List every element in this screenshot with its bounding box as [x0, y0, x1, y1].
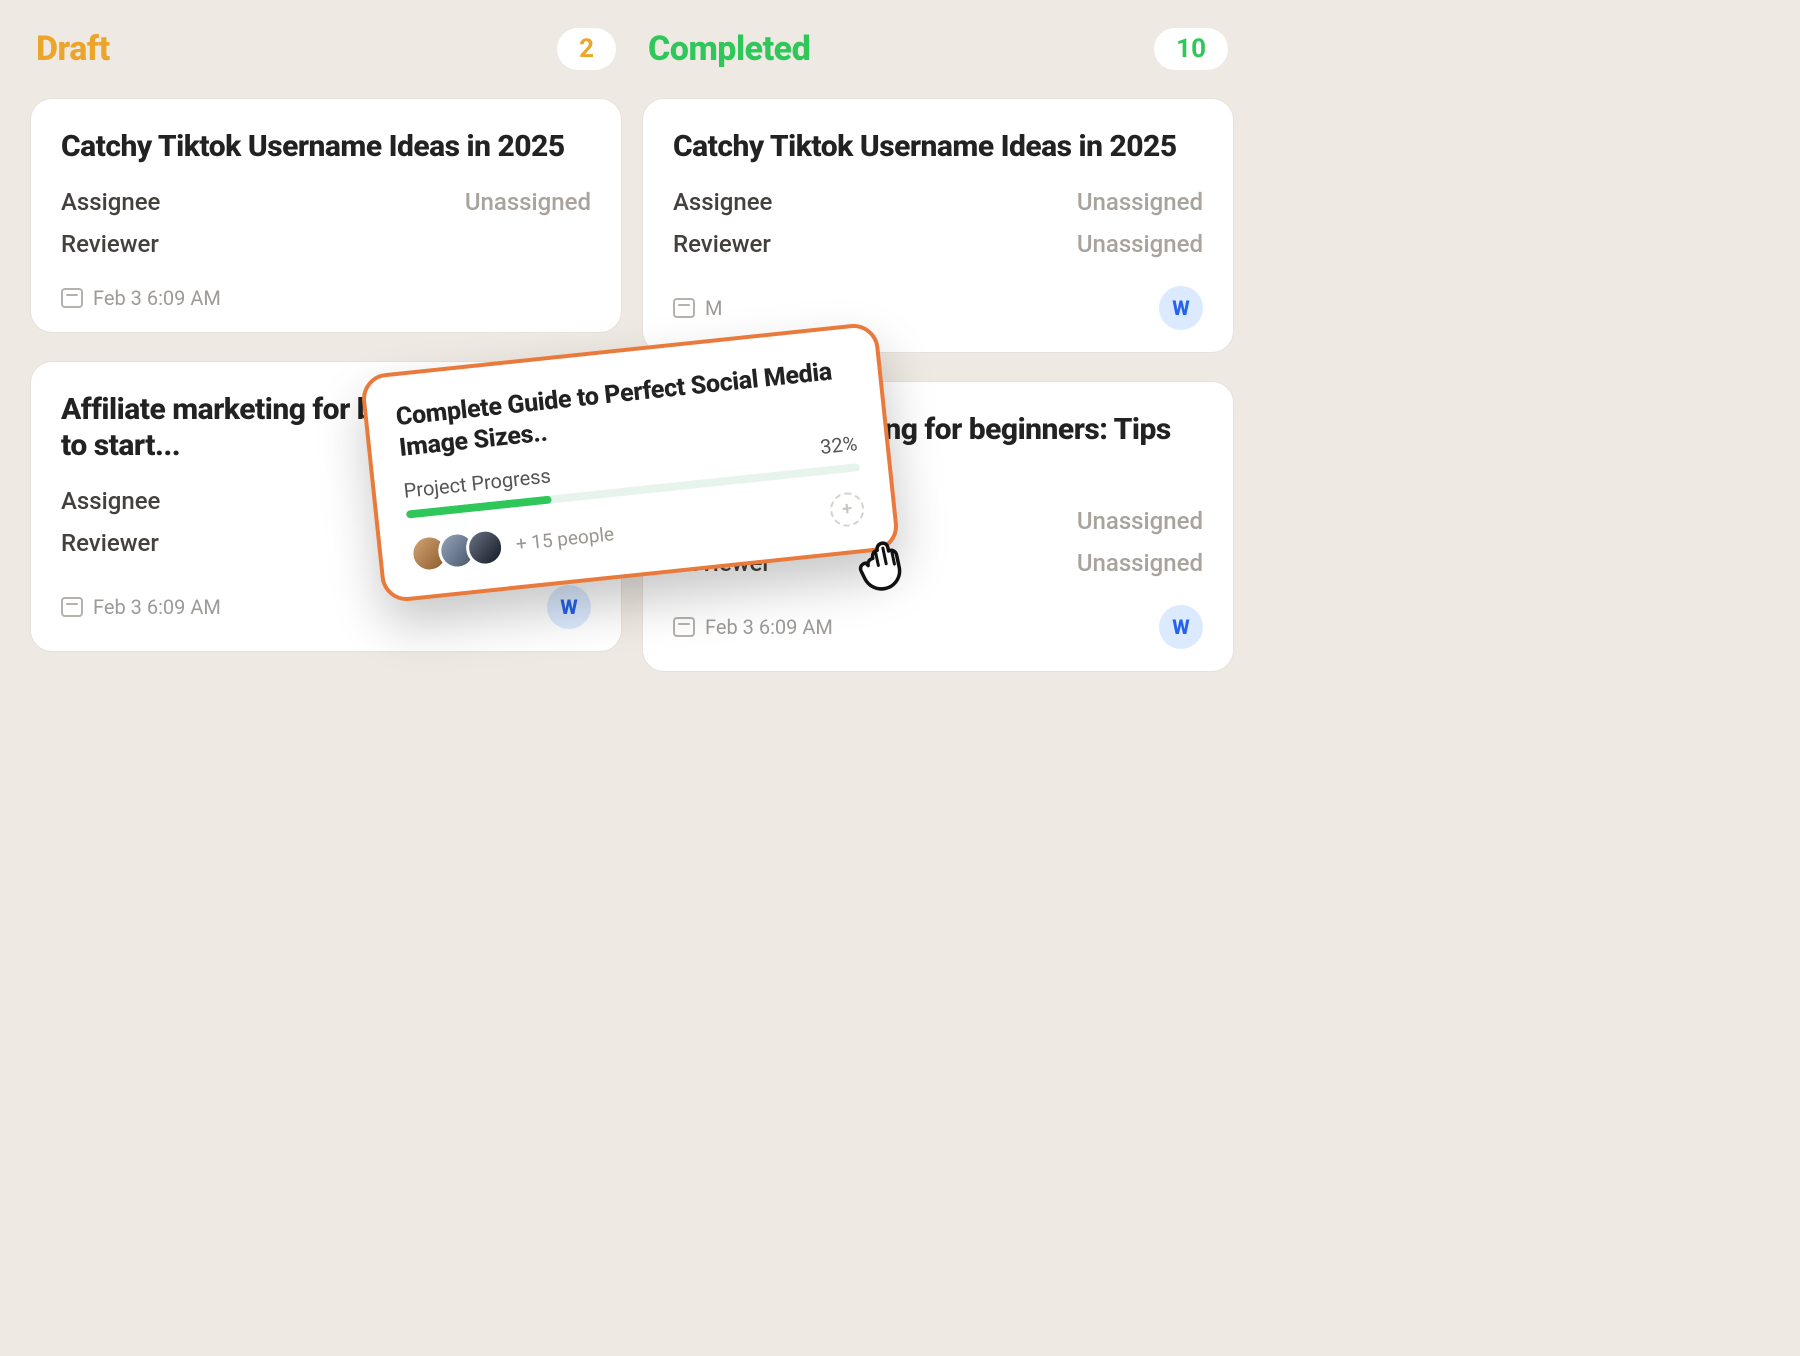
card-footer: Feb 3 6:09 AM W	[673, 605, 1203, 649]
avatar[interactable]: W	[547, 585, 591, 629]
assignee-row: Assignee Unassigned	[61, 188, 591, 216]
column-header-draft: Draft 2	[30, 10, 622, 70]
card-title: Catchy Tiktok Username Ideas in 2025	[673, 129, 1203, 166]
assignee-value[interactable]: Unassigned	[1077, 188, 1203, 216]
column-title: Draft	[36, 29, 110, 69]
reviewer-label: Reviewer	[673, 230, 771, 258]
calendar-icon	[673, 298, 695, 318]
date-group: Feb 3 6:09 AM	[61, 595, 221, 619]
progress-percent: 32%	[819, 431, 858, 459]
assignee-value[interactable]: Unassigned	[465, 188, 591, 216]
assignee-value[interactable]: Unassigned	[1077, 507, 1203, 535]
card-title: Catchy Tiktok Username Ideas in 2025	[61, 129, 591, 166]
card-date: Feb 3 6:09 AM	[705, 615, 833, 639]
reviewer-row: Reviewer	[61, 230, 591, 258]
count-badge: 2	[557, 28, 616, 70]
people-extra: + 15 people	[515, 522, 615, 555]
reviewer-value[interactable]: Unassigned	[1077, 549, 1203, 577]
reviewer-label: Reviewer	[61, 230, 159, 258]
date-group: Feb 3 6:09 AM	[673, 615, 833, 639]
assignee-row: Assignee Unassigned	[673, 188, 1203, 216]
progress-label: Project Progress	[402, 463, 551, 502]
reviewer-label: Reviewer	[61, 529, 159, 557]
card-date: Feb 3 6:09 AM	[93, 286, 221, 310]
avatar[interactable]: W	[1159, 286, 1203, 330]
card-footer: Feb 3 6:09 AM W	[61, 585, 591, 629]
card-date: Feb 3 6:09 AM	[93, 595, 221, 619]
task-card[interactable]: Catchy Tiktok Username Ideas in 2025 Ass…	[642, 98, 1234, 353]
column-header-completed: Completed 10	[642, 10, 1234, 70]
reviewer-row: Reviewer Unassigned	[673, 230, 1203, 258]
reviewer-value[interactable]: Unassigned	[1077, 230, 1203, 258]
assignee-label: Assignee	[61, 188, 160, 216]
date-group: Feb 3 6:09 AM	[61, 286, 221, 310]
assignee-label: Assignee	[673, 188, 772, 216]
add-people-button[interactable]: +	[828, 490, 865, 527]
calendar-icon	[61, 288, 83, 308]
assignee-label: Assignee	[61, 487, 160, 515]
calendar-icon	[61, 597, 83, 617]
grab-cursor-icon	[850, 528, 920, 602]
task-card[interactable]: Catchy Tiktok Username Ideas in 2025 Ass…	[30, 98, 622, 333]
calendar-icon	[673, 617, 695, 637]
avatar-stack[interactable]	[409, 526, 506, 574]
avatar[interactable]: W	[1159, 605, 1203, 649]
card-date: M	[705, 296, 722, 320]
date-group: M	[673, 296, 722, 320]
count-badge: 10	[1154, 28, 1228, 70]
people-left: + 15 people	[409, 515, 616, 574]
column-title: Completed	[648, 29, 810, 69]
card-footer: Feb 3 6:09 AM	[61, 286, 591, 310]
card-footer: M W	[673, 286, 1203, 330]
